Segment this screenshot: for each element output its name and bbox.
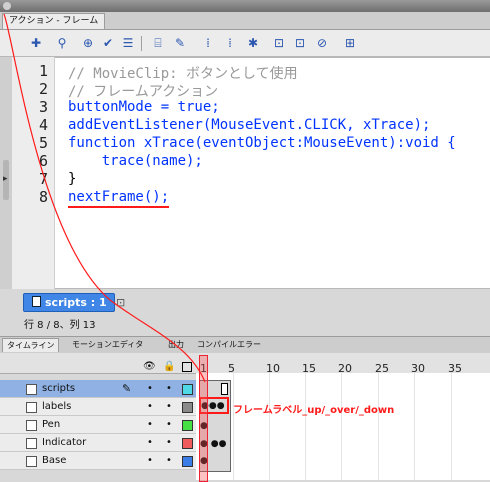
annotation-curve (3, 13, 206, 383)
annotation-arrow (3, 13, 206, 383)
